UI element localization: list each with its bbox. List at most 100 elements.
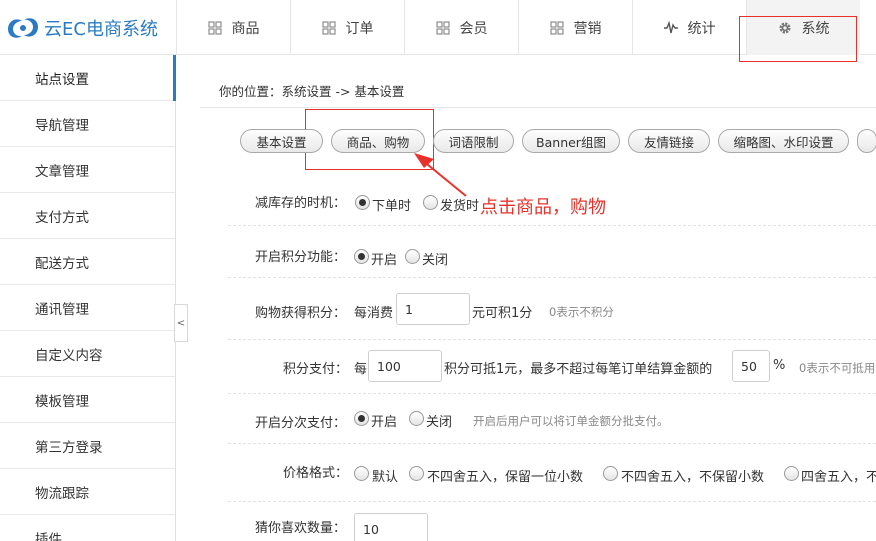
radio-enable-installment[interactable] (354, 411, 369, 426)
nav-label: 订单 (345, 20, 374, 37)
radio-label: 不四舍五入，保留一位小数 (427, 470, 584, 485)
highlight-box-system (739, 16, 857, 62)
field-label: 开启分次支付： (255, 416, 347, 431)
tab-friend-links[interactable]: 友情链接 (628, 129, 710, 153)
sidebar-item-messaging[interactable]: 通讯管理 (0, 285, 175, 331)
percent-sign: % (773, 358, 786, 373)
form-row-stock-timing: 减库存的时机： 下单时 发货时 (228, 178, 876, 226)
sidebar-item-label: 导航管理 (35, 117, 89, 134)
grid-icon (208, 21, 221, 34)
radio-label: 开启 (371, 253, 398, 268)
radio-on-shipment[interactable] (423, 195, 438, 210)
sidebar-item-templates[interactable]: 模板管理 (0, 377, 175, 423)
field-label: 开启积分功能： (255, 250, 347, 265)
sidebar-item-label: 通讯管理 (35, 301, 89, 318)
nav-item-goods[interactable]: 商品 (176, 0, 290, 55)
sidebar-item-label: 站点设置 (35, 71, 89, 88)
radio-price-rounding[interactable] (784, 466, 799, 481)
tab-more[interactable] (857, 129, 876, 153)
radio-enable-points[interactable] (354, 249, 369, 264)
field-prefix: 每 (354, 362, 368, 377)
breadcrumb: 你的位置：系统设置 -> 基本设置 (219, 84, 405, 99)
sidebar-item-label: 配送方式 (35, 255, 89, 272)
radio-label: 不四舍五入，不保留小数 (621, 470, 765, 485)
sidebar-item-articles[interactable]: 文章管理 (0, 147, 175, 193)
earn-amount-input[interactable]: 1 (396, 293, 470, 325)
nav-label: 营销 (573, 20, 602, 37)
nav-item-marketing[interactable]: 营销 (518, 0, 632, 55)
radio-price-default[interactable] (354, 466, 369, 481)
field-prefix: 每消费 (354, 306, 394, 321)
field-label: 购物获得积分： (255, 306, 347, 321)
grid-icon (322, 21, 335, 34)
tab-basic-settings[interactable]: 基本设置 (240, 129, 323, 153)
points-per-yuan-input[interactable]: 100 (368, 350, 442, 382)
nav-label: 统计 (687, 20, 716, 37)
field-middle-text: 积分可抵1元，最多不超过每笔订单结算金额的 (444, 362, 713, 377)
tab-label: 友情链接 (643, 134, 694, 150)
sidebar-item-label: 模板管理 (35, 393, 89, 410)
grid-icon (550, 21, 563, 34)
sidebar-item-label: 插件 (35, 531, 62, 541)
radio-disable-installment[interactable] (409, 411, 424, 426)
form-row-price-format: 价格格式： 默认 不四舍五入，保留一位小数 不四舍五入，不保留小数 四舍五入，不 (228, 444, 876, 502)
radio-label: 关闭 (422, 253, 449, 268)
tab-banner[interactable]: Banner组图 (522, 129, 620, 153)
sidebar-item-custom-content[interactable]: 自定义内容 (0, 331, 175, 377)
radio-label: 发货时 (440, 199, 480, 214)
radio-disable-points[interactable] (405, 249, 420, 264)
sidebar-item-label: 物流跟踪 (35, 485, 89, 502)
nav-item-members[interactable]: 会员 (404, 0, 518, 55)
form-row-guess-count: 猜你喜欢数量： 10 (228, 502, 876, 541)
radio-label: 四舍五入，不 (801, 470, 876, 485)
radio-label: 默认 (372, 470, 399, 485)
max-percent-input[interactable]: 50 (732, 350, 770, 382)
field-label: 积分支付： (283, 362, 349, 377)
logo-text: 云EC电商系统 (44, 18, 158, 40)
tab-label: 缩略图、水印设置 (733, 134, 834, 150)
field-hint: 0表示不可抵用 (799, 361, 876, 375)
sidebar-item-label: 自定义内容 (35, 347, 103, 364)
sidebar-item-plugins[interactable]: 插件 (0, 515, 175, 541)
form-row-points-payment: 积分支付： 每 100 积分可抵1元，最多不超过每笔订单结算金额的 50 % 0… (228, 340, 876, 394)
radio-label: 开启 (371, 415, 398, 430)
radio-price-no-decimal[interactable] (603, 466, 618, 481)
logo[interactable]: 云EC电商系统 (0, 0, 176, 55)
field-hint: 开启后用户可以将订单金额分批支付。 (473, 414, 669, 428)
sidebar-item-shipping[interactable]: 配送方式 (0, 239, 175, 285)
form-row-points-earning: 购物获得积分： 每消费 1 元可积1分 0表示不积分 (228, 278, 876, 340)
grid-icon (436, 21, 449, 34)
settings-tabs: 基本设置 商品、购物 词语限制 Banner组图 友情链接 缩略图、水印设置 (240, 129, 876, 153)
guess-count-input[interactable]: 10 (354, 513, 428, 541)
sidebar-item-logistics[interactable]: 物流跟踪 (0, 469, 175, 515)
field-label: 价格格式： (283, 466, 349, 481)
tab-label: Banner组图 (536, 134, 606, 150)
sidebar-item-label: 支付方式 (35, 209, 89, 226)
field-hint: 0表示不积分 (549, 305, 614, 319)
sidebar-item-third-party-login[interactable]: 第三方登录 (0, 423, 175, 469)
form-row-points-enable: 开启积分功能： 开启 关闭 (228, 226, 876, 278)
radio-label: 关闭 (426, 415, 453, 430)
nav-item-orders[interactable]: 订单 (290, 0, 404, 55)
sidebar-collapse-button[interactable]: < (174, 304, 188, 342)
form-row-installment: 开启分次支付： 开启 关闭 开启后用户可以将订单金额分批支付。 (228, 394, 876, 444)
nav-label: 商品 (231, 20, 260, 37)
divider (200, 107, 876, 108)
radio-label: 下单时 (372, 199, 412, 214)
field-label: 猜你喜欢数量： (255, 521, 347, 536)
radio-price-one-decimal[interactable] (409, 466, 424, 481)
pulse-icon (663, 20, 678, 33)
sidebar-item-payment[interactable]: 支付方式 (0, 193, 175, 239)
tab-label: 基本设置 (256, 134, 307, 150)
sidebar-item-label: 第三方登录 (35, 439, 103, 456)
nav-item-stats[interactable]: 统计 (632, 0, 746, 55)
sidebar-item-navigation[interactable]: 导航管理 (0, 101, 175, 147)
field-suffix: 元可积1分 (472, 306, 533, 321)
logo-icon (8, 17, 38, 38)
field-label: 减库存的时机： (255, 196, 347, 211)
sidebar-item-site-settings[interactable]: 站点设置 (0, 55, 176, 101)
radio-on-order[interactable] (355, 195, 370, 210)
sidebar: 站点设置 导航管理 文章管理 支付方式 配送方式 通讯管理 自定义内容 模板管理… (0, 55, 176, 541)
tab-thumbnail-watermark[interactable]: 缩略图、水印设置 (718, 129, 849, 153)
chevron-left-icon: < (176, 317, 186, 329)
